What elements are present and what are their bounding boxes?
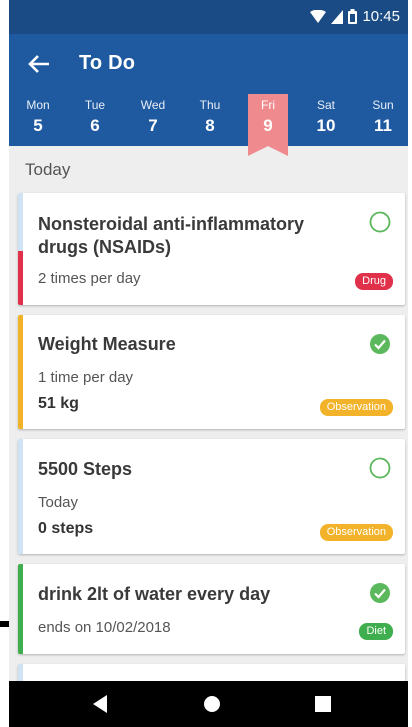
task-card-weight[interactable]: Weight Measure 1 time per day 51 kg Obse…	[18, 315, 405, 429]
card-stripe	[18, 439, 23, 554]
task-title: Nonsteroidal anti-inflammatory drugs (NS…	[38, 213, 304, 259]
home-circle-icon[interactable]	[202, 694, 222, 719]
back-arrow-icon[interactable]	[23, 48, 55, 80]
day-wed[interactable]: Wed 7	[133, 94, 173, 142]
task-frequency: 2 times per day	[38, 270, 141, 287]
day-name: Mon	[26, 98, 50, 112]
badge-observation: Observation	[319, 524, 393, 541]
day-name: Fri	[261, 98, 275, 112]
task-end-date: ends on 10/02/2018	[38, 619, 171, 636]
card-stripe	[18, 193, 23, 251]
edge-marker	[0, 621, 9, 627]
status-time: 10:45	[362, 8, 400, 25]
task-title-line: Nonsteroidal anti-inflammatory	[38, 214, 305, 234]
task-card-nsaids[interactable]: Nonsteroidal anti-inflammatory drugs (NS…	[18, 193, 405, 305]
day-name: Sat	[316, 98, 335, 112]
day-tue[interactable]: Tue 6	[75, 94, 115, 142]
recents-square-icon[interactable]	[315, 696, 331, 717]
task-title: Weight Measure	[38, 334, 176, 354]
app-bar: To Do Mon 5 Tue 6 Wed 7 Thu 8 Fri 9 Sat …	[9, 34, 408, 156]
signal-icon	[331, 9, 344, 24]
page-title: To Do	[79, 52, 136, 74]
day-date: 8	[205, 116, 215, 135]
day-date: 9	[263, 116, 273, 135]
empty-circle-icon[interactable]	[369, 211, 391, 233]
wifi-icon	[310, 9, 327, 24]
week-day-selector: Mon 5 Tue 6 Wed 7 Thu 8 Fri 9 Sat 10 Sun…	[9, 94, 408, 156]
day-thu[interactable]: Thu 8	[190, 94, 230, 142]
day-fri-selected[interactable]: Fri 9	[248, 94, 288, 156]
badge-diet: Diet	[359, 623, 393, 640]
task-title-line: drugs (NSAIDs)	[38, 237, 172, 257]
navigation-bar	[9, 681, 408, 727]
phone-screen: 10:45 To Do Mon 5 Tue 6 Wed 7 Thu 8 Fri …	[9, 0, 408, 727]
status-bar: 10:45	[9, 0, 408, 34]
badge-drug: Drug	[355, 273, 393, 290]
status-icons: 10:45	[310, 8, 400, 25]
day-sun[interactable]: Sun 11	[363, 94, 403, 142]
section-label-today: Today	[25, 160, 71, 179]
day-date: 7	[148, 116, 158, 135]
day-date: 6	[90, 116, 100, 135]
day-sat[interactable]: Sat 10	[306, 94, 346, 142]
day-name: Wed	[140, 98, 166, 112]
task-value: 0 steps	[38, 520, 94, 537]
task-frequency: 1 time per day	[38, 369, 134, 386]
task-date: Today	[38, 494, 79, 511]
day-name: Sun	[372, 98, 394, 112]
task-title: 5500 Steps	[38, 459, 133, 479]
task-value: 51 kg	[38, 395, 79, 412]
day-date: 11	[374, 116, 392, 135]
task-card-steps[interactable]: 5500 Steps Today 0 steps Observation	[18, 439, 405, 554]
check-circle-icon[interactable]	[369, 582, 391, 604]
day-date: 10	[316, 116, 336, 135]
check-circle-icon[interactable]	[369, 333, 391, 355]
task-title: drink 2lt of water every day	[38, 584, 271, 604]
badge-observation: Observation	[319, 399, 393, 416]
battery-icon	[348, 9, 358, 24]
card-stripe-drug	[18, 251, 23, 305]
task-card-water[interactable]: drink 2lt of water every day ends on 10/…	[18, 564, 405, 654]
back-triangle-icon[interactable]	[91, 694, 109, 719]
card-stripe-observation	[18, 315, 23, 429]
empty-circle-icon[interactable]	[369, 457, 391, 479]
day-name: Thu	[199, 98, 221, 112]
day-name: Tue	[84, 98, 106, 112]
day-date: 5	[33, 116, 43, 135]
day-mon[interactable]: Mon 5	[18, 94, 58, 142]
card-stripe-diet	[18, 564, 23, 654]
